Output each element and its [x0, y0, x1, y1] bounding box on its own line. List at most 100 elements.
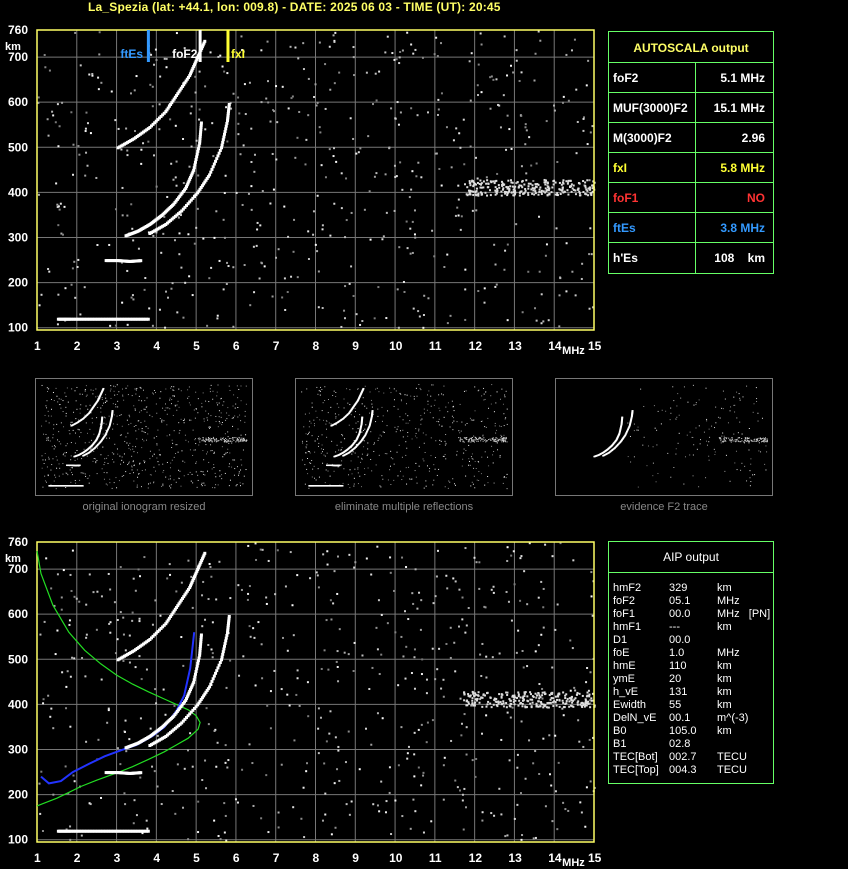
autoscala-row-h-es: h'Es 108 km [609, 242, 773, 273]
aip-value: 004.3 [669, 764, 697, 776]
x-tick-label: 6 [233, 339, 240, 353]
y-tick-label: 600 [8, 607, 28, 621]
aip-row: h_vE 131 km [613, 686, 773, 698]
autoscala-row-fof1: foF1 NO [609, 182, 773, 213]
aip-row: B1 02.8 [613, 738, 773, 750]
noise-speckle [38, 542, 596, 842]
x-tick-label: 4 [153, 851, 160, 865]
y-tick-label: 500 [8, 652, 28, 666]
y-tick-label: 400 [8, 697, 28, 711]
aip-unit: MHz [717, 647, 740, 659]
aip-value: 131 [669, 686, 688, 698]
aip-value: 002.7 [669, 751, 697, 763]
aip-unit: km [717, 699, 732, 711]
aip-row: foF1 00.0 MHz [PN] [613, 608, 773, 620]
thumbnail-eliminate-multiple [295, 378, 513, 496]
x-tick-label: 8 [313, 851, 320, 865]
x-tick-label: 5 [193, 851, 200, 865]
thumbnail-evidence-f2 [555, 378, 773, 496]
aip-key: TEC[Bot] [613, 751, 658, 763]
aip-value: 55 [669, 699, 682, 711]
autoscala-value-cell: 3.8 MHz [695, 213, 773, 243]
x-tick-label: 5 [193, 339, 200, 353]
aip-unit: MHz [PN] [717, 608, 771, 620]
autoscala-key: fxI [613, 161, 628, 175]
aip-key: foE [613, 647, 630, 659]
aip-unit: km [717, 660, 732, 672]
aip-value: 329 [669, 582, 688, 594]
marker-ftEs-label: ftEs [120, 47, 143, 61]
aip-value: 02.8 [669, 738, 691, 750]
echo-trace [104, 771, 143, 775]
aip-row: foF2 05.1 MHz [613, 595, 773, 607]
y-tick-label: 760 [8, 23, 28, 37]
x-tick-label: 13 [508, 339, 522, 353]
aip-key: foF1 [613, 608, 636, 620]
x-tick-label: 10 [389, 339, 403, 353]
x-axis-label: MHz [562, 857, 585, 869]
autoscala-value: 108 km [714, 251, 765, 265]
aip-key: TEC[Top] [613, 764, 659, 776]
aip-value: --- [669, 621, 680, 633]
x-tick-label: 14 [548, 851, 562, 865]
aip-key: h_vE [613, 686, 639, 698]
y-tick-label: 300 [8, 743, 28, 757]
aip-unit: km [717, 582, 732, 594]
marker-fxI-label: fxI [231, 47, 245, 61]
autoscala-value-cell: 108 km [695, 243, 773, 273]
autoscala-key: M(3000)F2 [613, 131, 672, 145]
autoscala-row-m-3000-f2: M(3000)F2 2.96 [609, 122, 773, 153]
x-tick-label: 13 [508, 851, 522, 865]
aip-key: Ewidth [613, 699, 647, 711]
x-tick-label: 14 [548, 339, 562, 353]
x-tick-label: 6 [233, 851, 240, 865]
x-tick-label: 12 [469, 339, 483, 353]
x-tick-label: 3 [114, 339, 121, 353]
aip-row: ymE 20 km [613, 673, 773, 685]
aip-unit: TECU [717, 751, 747, 763]
autoscala-key: MUF(3000)F2 [613, 101, 688, 115]
autoscala-value: 5.1 MHz [720, 71, 765, 85]
autoscala-value: 3.8 MHz [720, 221, 765, 235]
autoscala-key: h'Es [613, 251, 638, 265]
x-tick-label: 11 [429, 851, 442, 865]
x-tick-label: 3 [114, 851, 121, 865]
aip-unit: km [717, 686, 732, 698]
echo-trace [56, 829, 150, 833]
x-tick-label: 7 [273, 339, 280, 353]
thumbnail-caption: evidence F2 trace [620, 501, 708, 513]
x-tick-label: 9 [352, 339, 359, 353]
x-tick-label: 9 [352, 851, 359, 865]
aip-row: hmF2 329 km [613, 582, 773, 594]
aip-value: 00.1 [669, 712, 691, 724]
y-tick-label: 100 [8, 833, 28, 847]
echo-trace [104, 259, 143, 263]
aip-key: B1 [613, 738, 627, 750]
autoscala-value-cell: 15.1 MHz [695, 93, 773, 123]
autoscala-table: AUTOSCALA output foF2 5.1 MHz MUF(3000)F2 1… [608, 31, 774, 274]
autoscala-row-fxi: fxI 5.8 MHz [609, 152, 773, 183]
aip-row: hmE 110 km [613, 660, 773, 672]
autoscala-row-muf-3000-f2: MUF(3000)F2 15.1 MHz [609, 92, 773, 123]
autoscala-key: foF2 [613, 71, 639, 85]
autoscala-row-fof2: foF2 5.1 MHz [609, 62, 773, 93]
autoscala-value: NO [747, 191, 765, 205]
aip-key: hmE [613, 660, 636, 672]
thumbnail-speckle [593, 384, 768, 488]
aip-key: ymE [613, 673, 635, 685]
x-tick-label: 11 [429, 339, 442, 353]
x-tick-label: 2 [74, 339, 81, 353]
x-tick-label: 10 [389, 851, 403, 865]
aip-unit: MHz [717, 595, 740, 607]
aip-unit: km [717, 673, 732, 685]
aip-key: hmF1 [613, 621, 642, 633]
y-axis-label: km [5, 41, 21, 53]
aip-unit: m^(-3) [717, 712, 749, 724]
aip-value: 20 [669, 673, 682, 685]
aip-unit: km [717, 621, 732, 633]
aip-row: Ewidth 55 km [613, 699, 773, 711]
y-tick-label: 500 [8, 140, 28, 154]
aip-unit: km [717, 725, 732, 737]
autoscala-value-cell: 2.96 [695, 123, 773, 153]
aip-row: foE 1.0 MHz [613, 647, 773, 659]
